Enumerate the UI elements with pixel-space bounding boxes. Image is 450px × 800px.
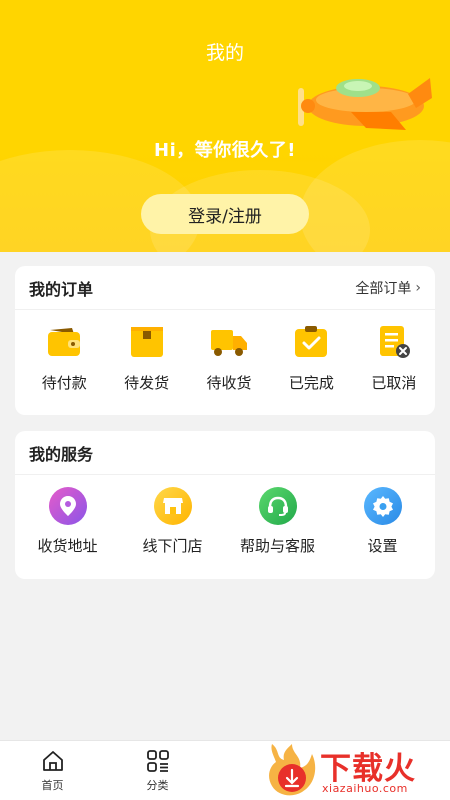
gear-icon <box>363 487 402 525</box>
all-orders-link[interactable]: 全部订单 › <box>355 278 421 298</box>
order-pending-receipt-label: 待收货 <box>206 374 252 392</box>
all-orders-label: 全部订单 <box>355 280 412 297</box>
service-settings-label: 设置 <box>367 537 398 555</box>
service-help-support[interactable]: 帮助与客服 <box>225 487 330 556</box>
headset-icon <box>258 487 297 525</box>
order-completed-label: 已完成 <box>288 374 334 392</box>
bottom-tab-bar: 首页 分类 <box>0 740 450 800</box>
tab-home-label: 首页 <box>41 779 64 792</box>
my-orders-title: 我的订单 <box>29 279 94 299</box>
login-register-button[interactable]: 登录/注册 <box>141 194 309 234</box>
tab-category[interactable]: 分类 <box>105 741 210 800</box>
order-pending-shipment[interactable]: 待发货 <box>105 322 187 393</box>
store-icon <box>153 487 192 525</box>
tab-category-label: 分类 <box>146 779 169 792</box>
chevron-right-icon: › <box>415 279 421 296</box>
my-orders-header: 我的订单 全部订单 › <box>15 266 435 310</box>
service-shipping-address[interactable]: 收货地址 <box>15 487 120 556</box>
service-shipping-address-label: 收货地址 <box>37 537 98 555</box>
order-cancelled-label: 已取消 <box>371 374 417 392</box>
order-status-grid: 待付款 待发货 待收货 已完成 已取消 <box>15 322 435 393</box>
service-help-support-label: 帮助与客服 <box>239 537 315 555</box>
tab-home[interactable]: 首页 <box>0 741 105 800</box>
service-settings[interactable]: 设置 <box>330 487 435 556</box>
page-title: 我的 <box>205 42 244 64</box>
order-completed[interactable]: 已完成 <box>270 322 352 393</box>
service-offline-store-label: 线下门店 <box>142 537 203 555</box>
my-orders-card: 我的订单 全部订单 › 待付款 待发货 待收货 已完成 已取消 <box>15 266 435 415</box>
location-pin-icon <box>48 487 87 525</box>
profile-header: 我的 Hi，等你很久了! 登录/注册 <box>0 0 450 252</box>
order-pending-receipt[interactable]: 待收货 <box>188 322 270 393</box>
my-services-title: 我的服务 <box>29 444 94 464</box>
order-cancelled[interactable]: 已取消 <box>353 322 435 393</box>
order-pending-payment[interactable]: 待付款 <box>23 322 105 393</box>
clipboard-check-icon <box>291 322 331 362</box>
greeting-text: Hi，等你很久了! <box>154 140 296 161</box>
my-services-header: 我的服务 <box>15 431 435 475</box>
wallet-icon <box>44 322 84 362</box>
airplane-illustration <box>298 78 432 130</box>
service-offline-store[interactable]: 线下门店 <box>120 487 225 556</box>
my-services-card: 我的服务 收货地址 线下门店 帮助与客服 设置 <box>15 431 435 579</box>
category-icon <box>146 750 169 772</box>
truck-icon <box>209 322 249 362</box>
document-cancel-icon <box>374 322 414 362</box>
home-icon <box>42 751 63 771</box>
services-grid: 收货地址 线下门店 帮助与客服 设置 <box>15 487 435 556</box>
package-icon <box>127 322 167 362</box>
order-pending-payment-label: 待付款 <box>41 374 87 392</box>
order-pending-shipment-label: 待发货 <box>124 374 170 392</box>
